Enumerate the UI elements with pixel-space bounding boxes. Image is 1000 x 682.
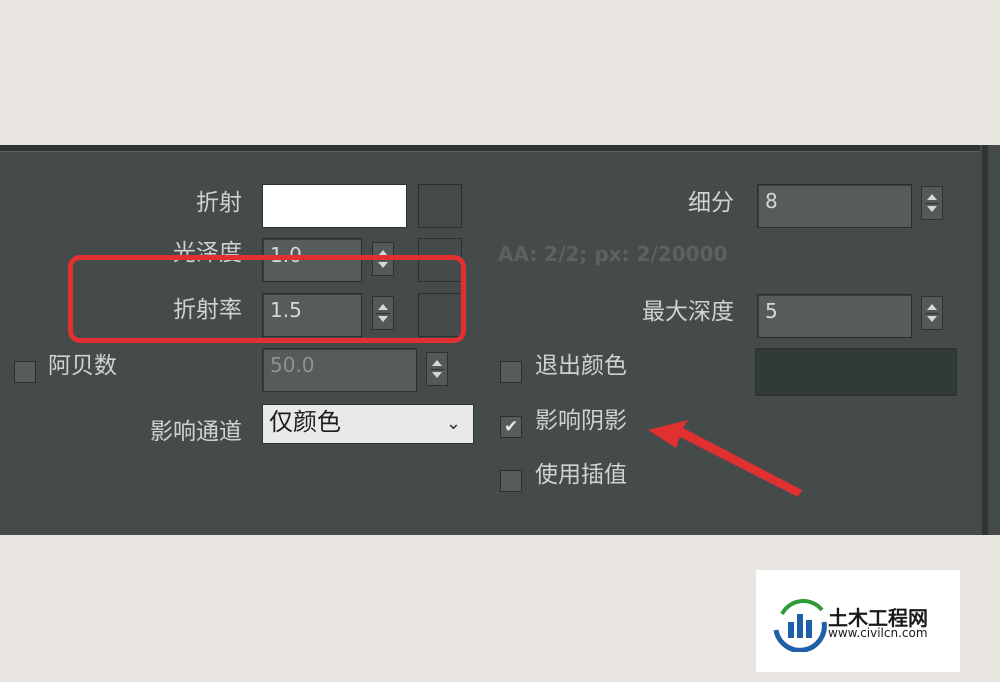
globe-logo-icon (773, 599, 827, 652)
subdivs-label: 细分 (688, 190, 734, 216)
max-depth-spinner[interactable] (921, 296, 943, 330)
abbe-spinner[interactable] (426, 352, 448, 386)
ior-highlight-box (68, 255, 466, 343)
watermark-url: www.civilcn.com (828, 626, 928, 640)
exit-color-checkbox[interactable] (500, 361, 522, 383)
max-depth-input[interactable]: 5 (757, 294, 912, 338)
max-depth-label: 最大深度 (642, 299, 734, 325)
panel-border-top (0, 145, 980, 152)
checkmark-icon: ✔ (504, 417, 519, 437)
affect-shadows-checkbox[interactable]: ✔ (500, 416, 522, 438)
affect-shadows-label: 影响阴影 (535, 408, 627, 434)
sampling-info: AA: 2/2; px: 2/20000 (498, 242, 728, 266)
use-interpolation-checkbox[interactable] (500, 470, 522, 492)
watermark-logo: 土木工程网 www.civilcn.com (756, 570, 960, 672)
affect-channels-value: 仅颜色 (269, 408, 341, 436)
spin-down-icon[interactable] (927, 206, 937, 212)
subdivs-spinner[interactable] (921, 186, 943, 220)
exit-color-swatch[interactable] (755, 348, 957, 396)
exit-color-label: 退出颜色 (535, 353, 627, 379)
spin-up-icon[interactable] (432, 360, 442, 366)
refraction-map-button[interactable] (418, 184, 462, 228)
refraction-color-swatch[interactable] (262, 184, 407, 228)
chevron-down-icon: ⌄ (445, 413, 461, 434)
spin-up-icon[interactable] (927, 194, 937, 200)
abbe-label: 阿贝数 (48, 353, 117, 379)
spin-up-icon[interactable] (927, 304, 937, 310)
spin-down-icon[interactable] (432, 372, 442, 378)
affect-channels-select[interactable]: 仅颜色 ⌄ (262, 404, 474, 444)
use-interpolation-label: 使用插值 (535, 462, 627, 488)
abbe-input[interactable]: 50.0 (262, 348, 417, 392)
spin-down-icon[interactable] (927, 316, 937, 322)
subdivs-input[interactable]: 8 (757, 184, 912, 228)
affect-channels-label: 影响通道 (150, 419, 242, 445)
panel-border-right (982, 145, 988, 535)
abbe-checkbox[interactable] (14, 361, 36, 383)
refraction-label: 折射 (196, 190, 242, 216)
